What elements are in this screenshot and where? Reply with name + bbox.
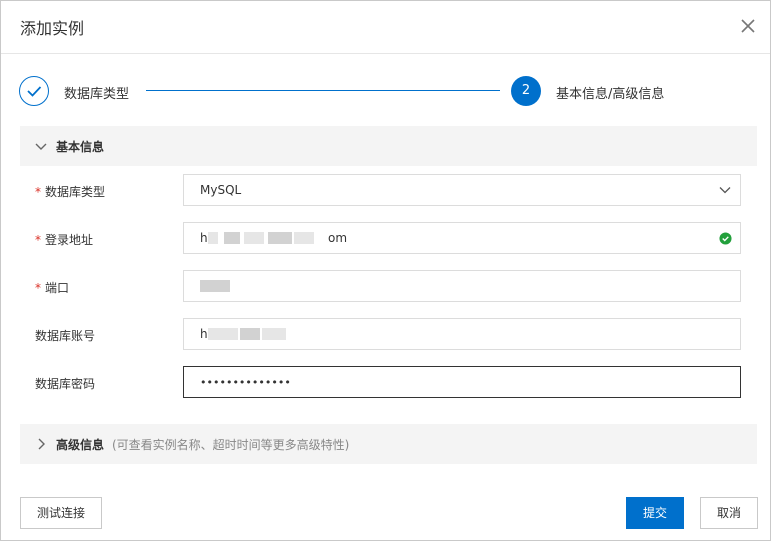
check-circle-icon xyxy=(719,232,732,245)
redacted-text xyxy=(262,328,286,340)
account-label: 数据库账号 xyxy=(35,329,96,343)
port-label-text: 端口 xyxy=(45,281,70,295)
advanced-info-section-header[interactable]: 高级信息 (可查看实例名称、超时时间等更多高级特性) xyxy=(20,424,757,464)
check-icon xyxy=(27,86,42,97)
chevron-right-icon xyxy=(38,438,45,450)
advanced-info-title: 高级信息 xyxy=(56,438,105,452)
basic-info-section-header[interactable]: 基本信息 xyxy=(20,126,757,166)
password-label: 数据库密码 xyxy=(35,377,96,391)
required-mark: * xyxy=(35,185,41,199)
db-type-select[interactable]: MySQL xyxy=(183,174,741,206)
account-value-start: h xyxy=(200,327,208,341)
cancel-button[interactable]: 取消 xyxy=(700,497,758,529)
redacted-text xyxy=(244,232,264,244)
db-type-label: * 数据库类型 xyxy=(35,183,105,200)
redacted-text xyxy=(294,232,314,244)
step-2-label: 基本信息/高级信息 xyxy=(556,87,665,102)
address-input[interactable]: h om xyxy=(183,222,741,254)
address-label-text: 登录地址 xyxy=(45,233,94,247)
db-type-value: MySQL xyxy=(200,183,242,197)
step-1-indicator xyxy=(19,76,49,106)
step-1-label: 数据库类型 xyxy=(64,87,130,102)
submit-button[interactable]: 提交 xyxy=(626,497,684,529)
redacted-text xyxy=(268,232,292,244)
step-connector xyxy=(146,90,500,91)
dialog-title: 添加实例 xyxy=(20,19,85,38)
port-label: * 端口 xyxy=(35,279,69,296)
dialog-header: 添加实例 xyxy=(1,1,770,54)
redacted-text xyxy=(200,280,230,292)
port-input[interactable] xyxy=(183,270,741,302)
chevron-down-icon xyxy=(719,187,731,194)
redacted-text xyxy=(240,328,260,340)
password-input[interactable]: •••••••••••••• xyxy=(183,366,741,398)
account-input[interactable]: h xyxy=(183,318,741,350)
add-instance-dialog: 添加实例 数据库类型 2 基本信息/高级信息 基本信息 * 数据库类型 MySQL… xyxy=(0,0,771,541)
address-value-start: h xyxy=(200,231,208,245)
address-value-end: om xyxy=(328,231,348,245)
address-label: * 登录地址 xyxy=(35,231,93,248)
test-connection-button[interactable]: 测试连接 xyxy=(20,497,102,529)
required-mark: * xyxy=(35,281,41,295)
required-mark: * xyxy=(35,233,41,247)
redacted-text xyxy=(208,328,238,340)
advanced-info-hint: (可查看实例名称、超时时间等更多高级特性) xyxy=(112,438,350,452)
password-value: •••••••••••••• xyxy=(200,376,291,389)
step-2-indicator: 2 xyxy=(511,76,541,106)
stepper: 数据库类型 2 基本信息/高级信息 xyxy=(1,71,770,111)
redacted-text xyxy=(208,232,218,244)
chevron-down-icon xyxy=(35,143,47,150)
db-type-label-text: 数据库类型 xyxy=(45,185,106,199)
redacted-text xyxy=(224,232,240,244)
basic-info-title: 基本信息 xyxy=(56,140,105,154)
close-icon[interactable] xyxy=(737,15,759,37)
